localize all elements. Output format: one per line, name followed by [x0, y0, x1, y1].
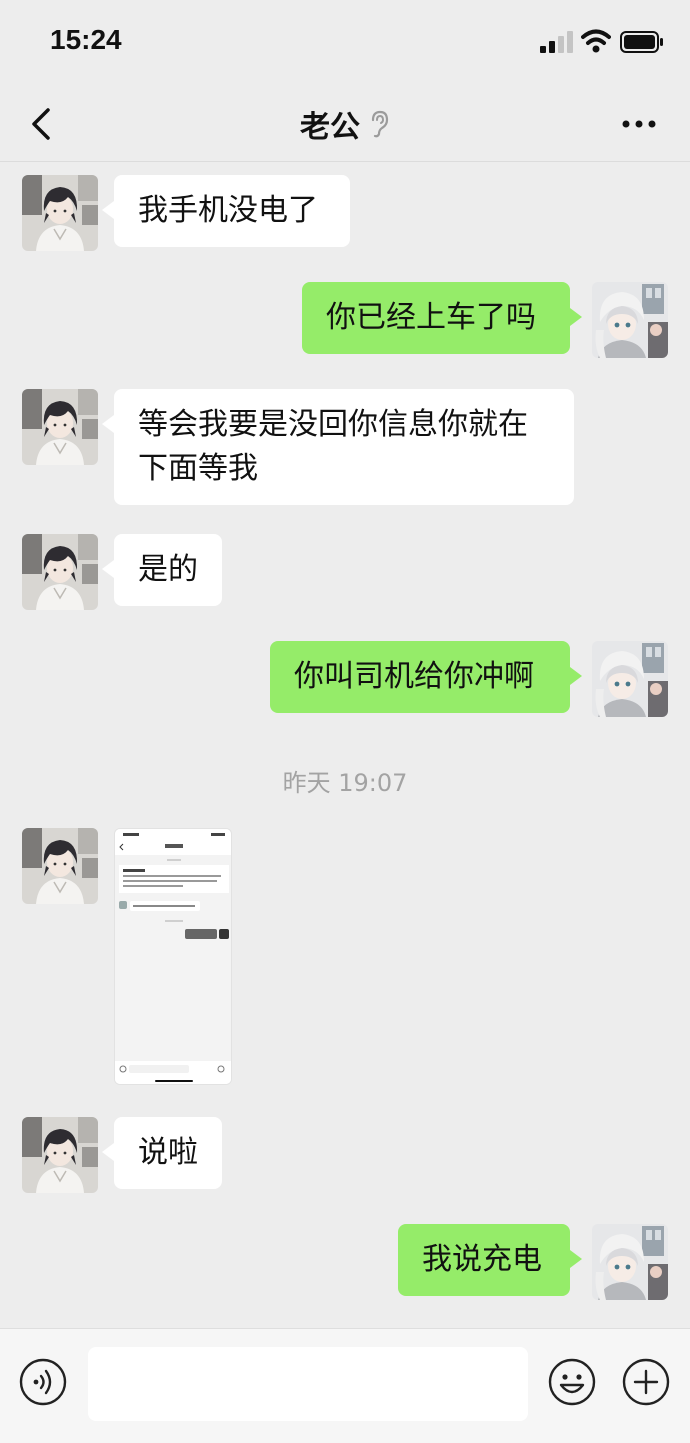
- message-bubble-incoming[interactable]: 等会我要是没回你信息你就在下面等我: [102, 389, 574, 505]
- image-message[interactable]: [114, 828, 232, 1085]
- message-bubble-incoming[interactable]: 我手机没电了: [102, 175, 350, 247]
- chat-title: 老公: [300, 110, 360, 145]
- self-avatar[interactable]: [592, 282, 668, 358]
- input-bar: [0, 1328, 690, 1443]
- message-timestamp: 昨天 19:07: [282, 769, 408, 797]
- self-avatar[interactable]: [592, 641, 668, 717]
- chat-header: 老公: [0, 86, 690, 162]
- contact-avatar[interactable]: [22, 1117, 98, 1193]
- contact-avatar[interactable]: [22, 175, 98, 251]
- screenshot-thumbnail: [115, 829, 231, 1084]
- chat-area[interactable]: 我手机没电了 你已经上车了吗 等会我要是没回你信息你就在下面等我 是的 你叫司机…: [0, 163, 690, 1328]
- contact-avatar[interactable]: [22, 389, 98, 465]
- emoji-icon[interactable]: [547, 1357, 597, 1407]
- status-bar: 15:24: [0, 0, 690, 86]
- message-bubble-outgoing[interactable]: 你已经上车了吗: [302, 282, 582, 354]
- message-bubble-outgoing[interactable]: 我说充电: [398, 1224, 582, 1296]
- message-bubble-incoming[interactable]: 是的: [102, 534, 222, 606]
- battery-icon: [620, 31, 663, 53]
- contact-avatar[interactable]: [22, 534, 98, 610]
- plus-circle-icon[interactable]: [621, 1357, 671, 1407]
- ear-icon: [371, 110, 389, 138]
- voice-icon[interactable]: [18, 1357, 68, 1407]
- signal-bars-icon: [540, 31, 573, 53]
- more-dots-icon[interactable]: [620, 110, 658, 138]
- message-bubble-outgoing[interactable]: 你叫司机给你冲啊: [270, 641, 582, 713]
- contact-avatar[interactable]: [22, 828, 98, 904]
- chevron-left-icon[interactable]: [26, 104, 56, 144]
- title-group: 老公: [0, 86, 690, 162]
- message-input[interactable]: [88, 1347, 528, 1421]
- status-time: 15:24: [50, 24, 122, 55]
- wifi-icon: [581, 29, 611, 53]
- self-avatar[interactable]: [592, 1224, 668, 1300]
- message-bubble-incoming[interactable]: 说啦: [102, 1117, 222, 1189]
